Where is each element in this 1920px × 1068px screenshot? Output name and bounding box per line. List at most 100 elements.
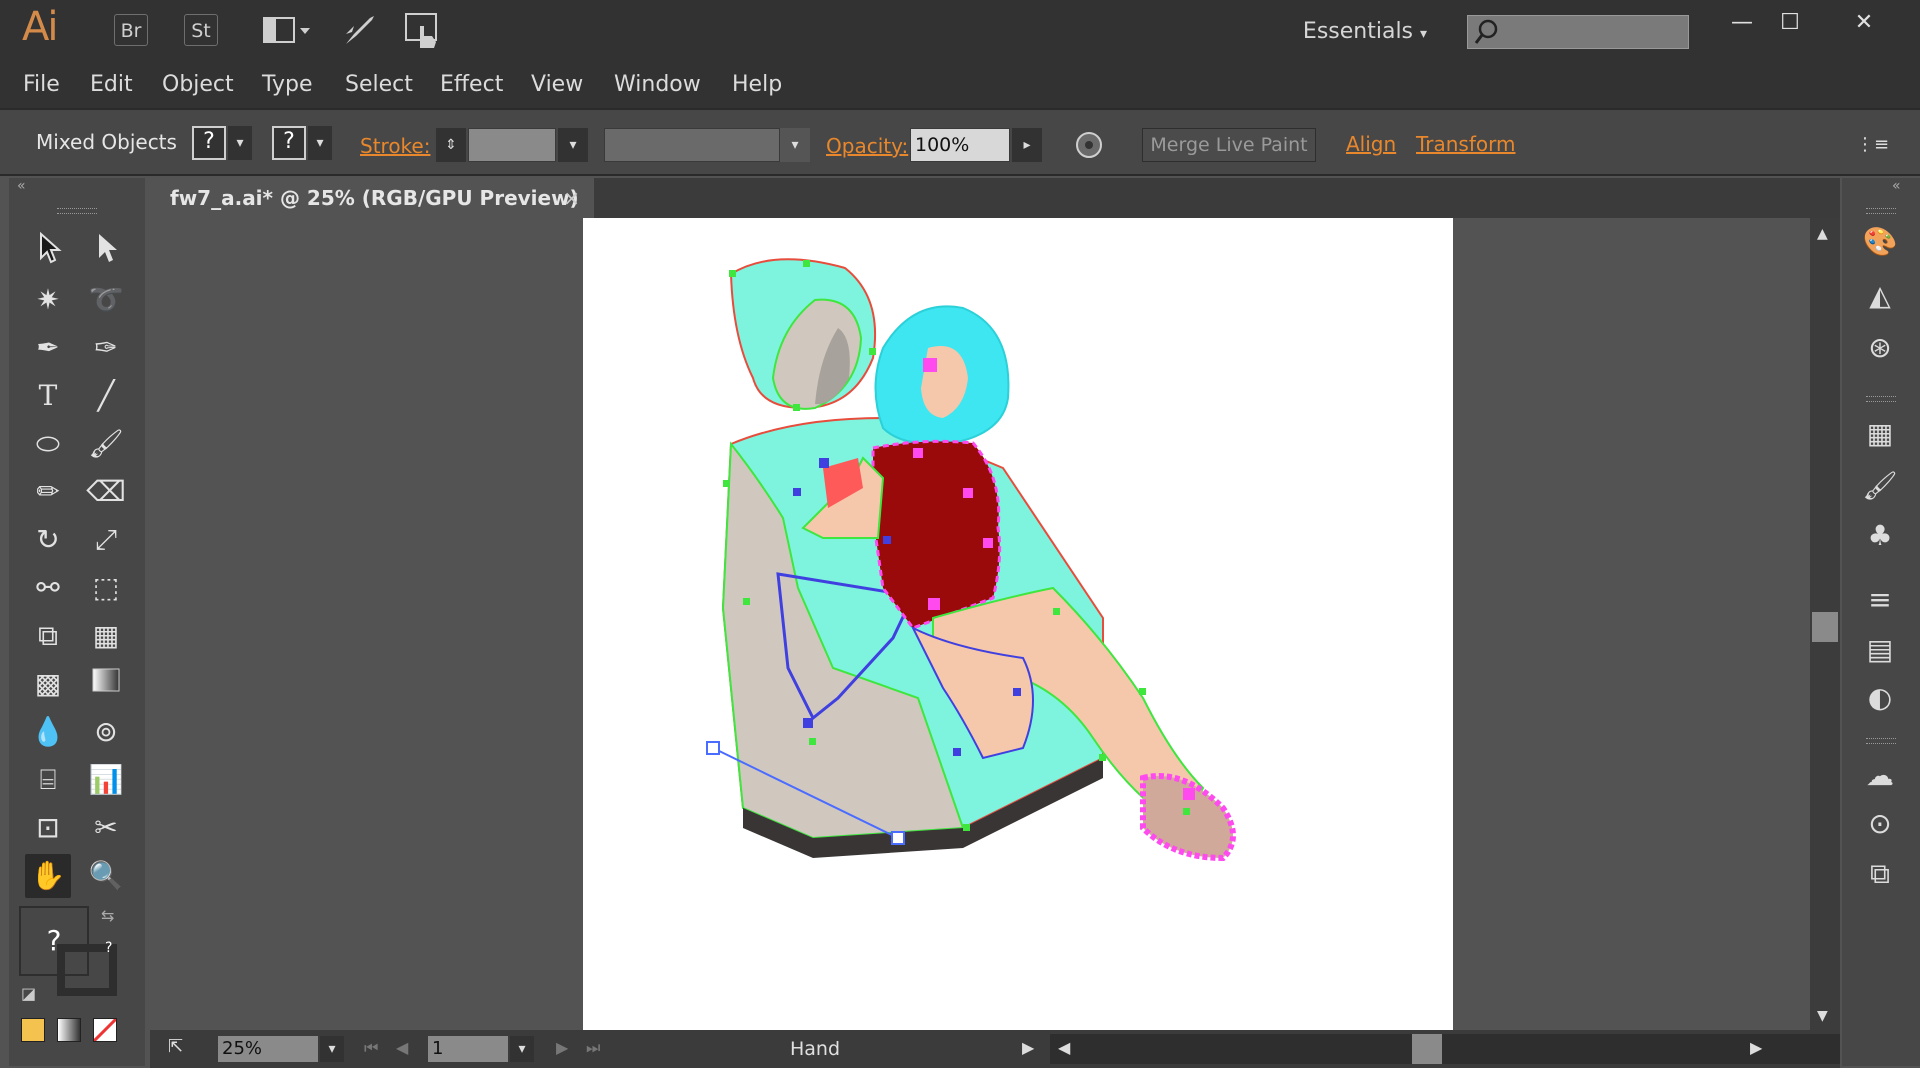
type-tool-icon[interactable]: T [25, 374, 71, 418]
dock-grip[interactable] [1866, 738, 1896, 744]
menu-view[interactable]: View [531, 72, 583, 97]
scroll-down-icon[interactable]: ▼ [1817, 1008, 1828, 1024]
stroke-label[interactable]: Stroke: [360, 134, 430, 158]
close-button[interactable]: ✕ [1838, 8, 1890, 38]
color-guide-icon[interactable]: ◭ [1858, 276, 1902, 316]
arrange-documents-button[interactable] [262, 16, 312, 46]
align-link[interactable]: Align [1346, 132, 1396, 156]
rotate-tool-icon[interactable]: ↻ [25, 518, 71, 562]
search-input[interactable] [1467, 15, 1689, 49]
swap-fill-stroke-icon[interactable]: ⇆ [101, 906, 114, 925]
menu-type[interactable]: Type [262, 72, 313, 97]
symbol-sprayer-tool-icon[interactable]: ⌸ [25, 758, 71, 802]
dock-grip[interactable] [1866, 396, 1896, 402]
merge-live-paint-button[interactable]: Merge Live Paint [1142, 128, 1316, 162]
stroke-weight-field[interactable] [468, 128, 556, 162]
column-graph-tool-icon[interactable]: 📊 [83, 758, 129, 802]
scroll-right-icon[interactable]: ▶ [1750, 1038, 1762, 1057]
fill-swatch[interactable]: ? [192, 126, 226, 160]
css-properties-icon[interactable]: ⊛ [1858, 328, 1902, 368]
workspace-switcher[interactable]: Essentials ▾ [1280, 14, 1450, 50]
vertical-scrollbar[interactable]: ▲ ▼ [1810, 218, 1840, 1030]
status-menu-icon[interactable]: ▶ [1022, 1038, 1034, 1057]
horizontal-scroll-thumb[interactable] [1412, 1034, 1442, 1064]
mesh-tool-icon[interactable]: ▩ [25, 662, 71, 706]
eraser-tool-icon[interactable]: ⌫ [83, 470, 129, 514]
scroll-left-icon[interactable]: ◀ [1058, 1038, 1070, 1057]
gradient-tool-icon[interactable] [83, 662, 129, 706]
layers-icon[interactable]: ⧉ [1858, 854, 1902, 894]
maximize-button[interactable]: ☐ [1764, 8, 1816, 38]
opacity-label[interactable]: Opacity: [826, 134, 908, 158]
blend-tool-icon[interactable]: ⊚ [83, 710, 129, 754]
stroke-weight-dropdown[interactable]: ▾ [558, 128, 588, 162]
scale-tool-icon[interactable]: ⤢ [83, 518, 129, 562]
share-icon[interactable]: ⇱ [168, 1036, 183, 1057]
slice-tool-icon[interactable]: ✂ [83, 806, 129, 850]
paintbrush-tool-icon[interactable]: 🖌 [83, 422, 129, 466]
none-mode-button[interactable] [93, 1018, 117, 1042]
color-palette-icon[interactable]: 🎨 [1858, 222, 1902, 262]
swatches-icon[interactable]: ▦ [1858, 414, 1902, 454]
color-mode-button[interactable] [21, 1018, 45, 1042]
line-segment-tool-icon[interactable]: ╱ [83, 374, 129, 418]
zoom-dropdown[interactable]: ▾ [320, 1036, 344, 1062]
illustration-canvas[interactable] [583, 218, 1453, 1030]
menu-file[interactable]: File [23, 72, 60, 97]
recolor-artwork-button[interactable] [1074, 130, 1104, 160]
cc-libraries-icon[interactable]: ☁ [1858, 756, 1902, 796]
artboard[interactable] [583, 218, 1453, 1030]
appearance-icon[interactable]: ⊙ [1858, 804, 1902, 844]
first-artboard-icon[interactable]: ⏮ [364, 1038, 378, 1058]
panel-menu-icon[interactable]: ⋮≡ [1856, 134, 1889, 155]
hand-tool-icon[interactable]: ✋ [25, 854, 71, 898]
artboard-number-field[interactable]: 1 [428, 1036, 508, 1062]
free-transform-tool-icon[interactable]: ⬚ [83, 566, 129, 610]
expand-panels-icon[interactable]: « [1892, 178, 1901, 194]
zoom-field[interactable]: 25% [218, 1036, 318, 1062]
menu-help[interactable]: Help [732, 72, 782, 97]
gradient-panel-icon[interactable]: ▤ [1858, 630, 1902, 670]
horizontal-scrollbar[interactable]: ◀ ▶ [1050, 1034, 1840, 1064]
document-tab[interactable]: fw7_a.ai* @ 25% (RGB/GPU Preview) × [150, 178, 594, 218]
ellipse-tool-icon[interactable]: ⬭ [25, 422, 71, 466]
touch-workspace-button[interactable] [404, 12, 444, 50]
direct-selection-tool-icon[interactable] [83, 230, 129, 274]
menu-effect[interactable]: Effect [440, 72, 503, 97]
gradient-mode-button[interactable] [57, 1018, 81, 1042]
shape-builder-tool-icon[interactable]: ⧉ [25, 614, 71, 658]
zoom-tool-icon[interactable]: 🔍 [83, 854, 129, 898]
curvature-tool-icon[interactable]: ✑ [83, 326, 129, 370]
pen-tool-icon[interactable]: ✒ [25, 326, 71, 370]
magic-wand-tool-icon[interactable]: ✷ [25, 278, 71, 322]
pencil-tool-icon[interactable]: ✏ [25, 470, 71, 514]
default-fill-stroke-icon[interactable]: ◪ [21, 984, 36, 1003]
stroke-weight-stepper[interactable]: ⇕ [436, 128, 466, 162]
brushes-icon[interactable]: 🖌 [1858, 466, 1902, 506]
last-artboard-icon[interactable]: ⏭ [586, 1038, 600, 1058]
toolbar-grip[interactable] [57, 208, 97, 214]
menu-object[interactable]: Object [162, 72, 234, 97]
transform-link[interactable]: Transform [1416, 132, 1515, 156]
opacity-field[interactable]: 100% [910, 128, 1010, 162]
previous-artboard-icon[interactable]: ◀ [396, 1038, 408, 1057]
collapse-panel-icon[interactable]: « [17, 178, 26, 194]
lasso-tool-icon[interactable]: ➰ [83, 278, 129, 322]
profile-dropdown[interactable]: ▾ [780, 128, 810, 162]
close-tab-icon[interactable]: × [563, 178, 580, 218]
bridge-button[interactable]: Br [114, 14, 148, 46]
perspective-grid-tool-icon[interactable]: ▦ [83, 614, 129, 658]
menu-window[interactable]: Window [614, 72, 701, 97]
menu-select[interactable]: Select [345, 72, 413, 97]
stroke-swatch[interactable]: ? [272, 126, 306, 160]
dock-grip[interactable] [1866, 208, 1896, 214]
fill-dropdown[interactable]: ▾ [228, 126, 252, 160]
scroll-up-icon[interactable]: ▲ [1817, 226, 1828, 242]
transparency-icon[interactable]: ◐ [1858, 678, 1902, 718]
opacity-flyout[interactable]: ▸ [1012, 128, 1042, 162]
next-artboard-icon[interactable]: ▶ [556, 1038, 568, 1057]
gpu-rocket-button[interactable] [342, 12, 378, 48]
symbols-icon[interactable]: ♣ [1858, 516, 1902, 556]
vertical-scroll-thumb[interactable] [1812, 612, 1838, 642]
selection-tool-icon[interactable] [25, 230, 71, 274]
